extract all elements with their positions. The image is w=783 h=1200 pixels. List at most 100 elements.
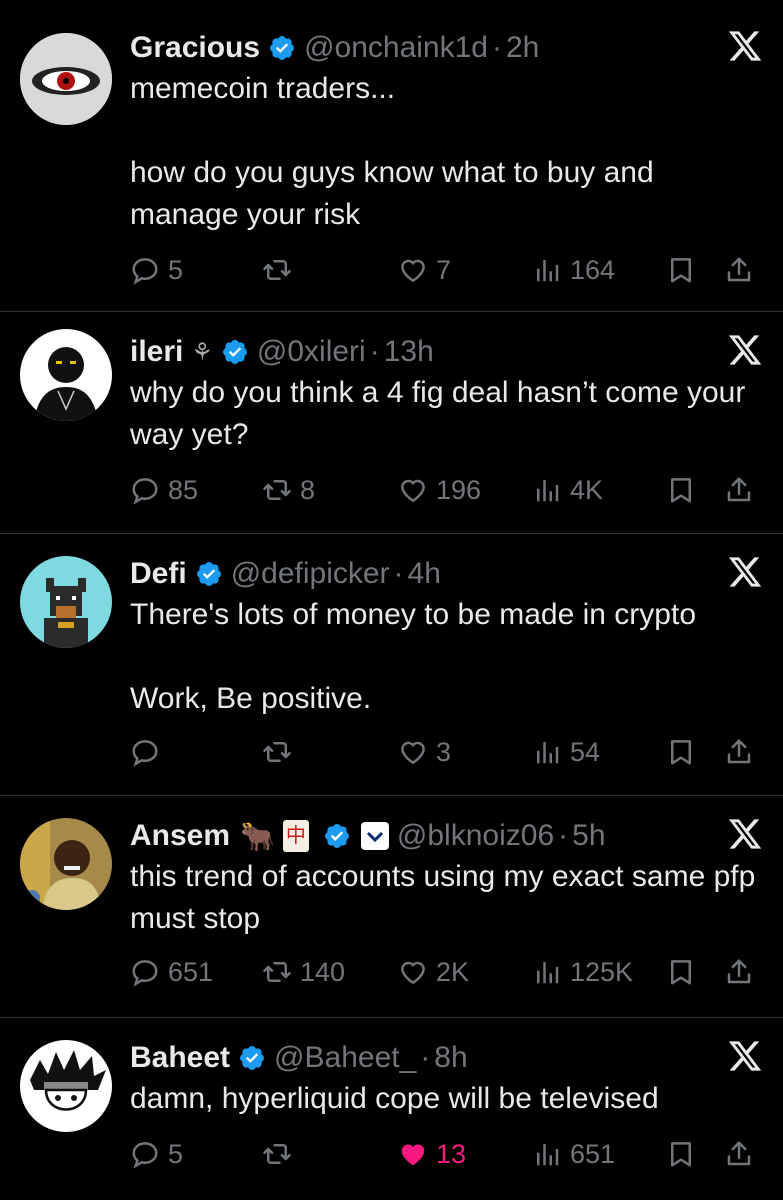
- bookmark-icon: [666, 255, 696, 285]
- repost-count: 140: [300, 956, 346, 987]
- like-count: 2K: [436, 956, 470, 987]
- share-button[interactable]: [724, 1132, 762, 1176]
- bookmark-button[interactable]: [666, 730, 704, 774]
- verified-badge-icon: [221, 338, 249, 366]
- avatar[interactable]: [20, 329, 112, 421]
- tweet[interactable]: Defi @defipicker · 4h There's lots of mo…: [0, 534, 783, 796]
- display-name[interactable]: ileri: [130, 335, 183, 369]
- tweet[interactable]: Gracious @onchaink1d · 2h memecoin trade…: [0, 0, 783, 312]
- view-count: 164: [570, 254, 616, 285]
- avatar[interactable]: [20, 33, 112, 125]
- timestamp[interactable]: 8h: [434, 1041, 467, 1075]
- share-icon: [724, 255, 754, 285]
- reply-button[interactable]: 651: [130, 950, 213, 994]
- tweet-text: this trend of accounts using my exact sa…: [130, 860, 764, 935]
- user-handle[interactable]: @Baheet_: [274, 1041, 416, 1075]
- views-button[interactable]: 651: [532, 1132, 615, 1176]
- share-button[interactable]: [724, 950, 762, 994]
- views-button[interactable]: 164: [532, 248, 615, 292]
- repost-button[interactable]: [262, 248, 300, 292]
- like-button[interactable]: 196: [398, 468, 481, 512]
- share-button[interactable]: [724, 248, 762, 292]
- repost-button[interactable]: [262, 1132, 300, 1176]
- repost-button[interactable]: 8: [262, 468, 315, 512]
- reply-icon: [130, 737, 160, 767]
- verified-badge-icon: [195, 560, 223, 588]
- tweet[interactable]: Ansem 🐂 中 @blknoiz06 · 5h this trend of …: [0, 796, 783, 1018]
- display-name[interactable]: Baheet: [130, 1041, 230, 1075]
- like-count: 13: [436, 1138, 467, 1169]
- bookmark-icon: [666, 475, 696, 505]
- bull-emoji-icon: 🐂: [240, 820, 275, 852]
- like-icon: [398, 255, 428, 285]
- separator-dot: ·: [393, 557, 404, 590]
- repost-icon: [262, 957, 292, 987]
- bookmark-button[interactable]: [666, 950, 704, 994]
- verified-badge-icon: [268, 34, 296, 62]
- views-icon: [532, 255, 562, 285]
- timestamp[interactable]: 5h: [572, 819, 605, 853]
- user-handle[interactable]: @blknoiz06: [397, 819, 554, 853]
- user-handle[interactable]: @onchaink1d: [304, 31, 488, 65]
- repost-button[interactable]: [262, 730, 300, 774]
- reply-button[interactable]: 5: [130, 248, 183, 292]
- display-name[interactable]: Ansem: [130, 819, 230, 853]
- views-button[interactable]: 4K: [532, 468, 603, 512]
- view-count: 54: [570, 736, 601, 767]
- separator-dot: ·: [558, 819, 569, 852]
- tweet[interactable]: ileri ⚘ @0xileri · 13h why do you think …: [0, 312, 783, 534]
- share-button[interactable]: [724, 468, 762, 512]
- sprout-emoji-icon: ⚘: [191, 338, 213, 366]
- repost-icon: [262, 737, 292, 767]
- reply-count: 85: [168, 474, 199, 505]
- repost-icon: [262, 475, 292, 505]
- views-icon: [532, 957, 562, 987]
- x-logo-icon: [727, 332, 763, 368]
- timestamp[interactable]: 4h: [408, 557, 441, 591]
- timestamp[interactable]: 2h: [506, 31, 539, 65]
- timestamp[interactable]: 13h: [384, 335, 434, 369]
- x-logo-icon: [727, 28, 763, 64]
- reply-button[interactable]: [130, 730, 168, 774]
- avatar[interactable]: [20, 818, 112, 910]
- tweet-text: why do you think a 4 fig deal hasn’t com…: [130, 376, 754, 451]
- like-icon: [398, 957, 428, 987]
- bookmark-button[interactable]: [666, 1132, 704, 1176]
- avatar[interactable]: [20, 1040, 112, 1132]
- separator-dot: ·: [420, 1041, 431, 1074]
- verified-badge-icon: [238, 1044, 266, 1072]
- like-button[interactable]: 3: [398, 730, 451, 774]
- user-handle[interactable]: @defipicker: [231, 557, 390, 591]
- views-icon: [532, 475, 562, 505]
- bookmark-button[interactable]: [666, 248, 704, 292]
- reply-button[interactable]: 85: [130, 468, 198, 512]
- share-button[interactable]: [724, 730, 762, 774]
- tweet[interactable]: Baheet @Baheet_ · 8h damn, hyperliquid c…: [0, 1018, 783, 1200]
- view-count: 651: [570, 1138, 616, 1169]
- bookmark-button[interactable]: [666, 468, 704, 512]
- display-name[interactable]: Gracious: [130, 31, 260, 65]
- views-button[interactable]: 125K: [532, 950, 633, 994]
- like-button[interactable]: 13: [398, 1132, 466, 1176]
- display-name[interactable]: Defi: [130, 557, 187, 591]
- like-button[interactable]: 2K: [398, 950, 469, 994]
- bookmark-icon: [666, 957, 696, 987]
- reply-count: 5: [168, 1138, 184, 1169]
- like-icon: [398, 737, 428, 767]
- bookmark-icon: [666, 737, 696, 767]
- tweet-text: There's lots of money to be made in cryp…: [130, 598, 697, 715]
- repost-count: 8: [300, 474, 316, 505]
- reply-count: 651: [168, 956, 214, 987]
- x-logo-icon: [727, 1038, 763, 1074]
- reply-button[interactable]: 5: [130, 1132, 183, 1176]
- views-icon: [532, 737, 562, 767]
- avatar[interactable]: [20, 556, 112, 648]
- repost-button[interactable]: 140: [262, 950, 345, 994]
- like-count: 7: [436, 254, 452, 285]
- like-button[interactable]: 7: [398, 248, 451, 292]
- views-button[interactable]: 54: [532, 730, 600, 774]
- view-count: 125K: [570, 956, 634, 987]
- like-count: 196: [436, 474, 482, 505]
- user-handle[interactable]: @0xileri: [257, 335, 366, 369]
- repost-icon: [262, 1139, 292, 1169]
